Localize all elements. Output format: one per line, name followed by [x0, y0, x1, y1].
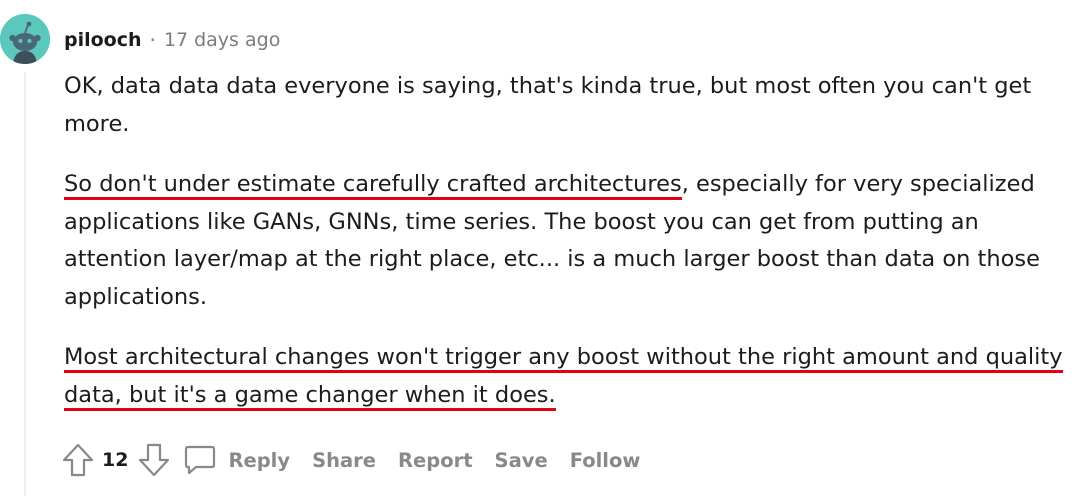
username[interactable]: pilooch [64, 29, 142, 51]
paragraph-1: OK, data data data everyone is saying, t… [64, 73, 1032, 137]
comment: pilooch · 17 days ago OK, data data data… [0, 0, 1080, 496]
highlighted-text: So don't under estimate carefully crafte… [64, 171, 682, 200]
vote-score: 12 [102, 449, 129, 471]
upvote-arrow-icon [62, 443, 94, 477]
comment-bubble-icon [185, 445, 216, 475]
snoo-avatar-icon [0, 14, 50, 64]
avatar[interactable] [0, 14, 50, 64]
paragraph-3: Most architectural changes won't trigger… [64, 339, 1064, 414]
comment-actions: 12 Reply Share Report Save Follow [58, 440, 662, 480]
comment-header: pilooch · 17 days ago [64, 26, 280, 54]
paragraph-2: So don't under estimate carefully crafte… [64, 166, 1064, 316]
reply-label: Reply [228, 448, 291, 472]
follow-button[interactable]: Follow [570, 449, 641, 472]
share-button[interactable]: Share [312, 449, 376, 472]
thread-line[interactable] [24, 72, 26, 496]
downvote-button[interactable] [134, 440, 174, 480]
highlighted-text: Most architectural changes won't trigger… [64, 344, 1063, 411]
upvote-button[interactable] [58, 440, 98, 480]
report-button[interactable]: Report [398, 449, 473, 472]
meta-separator: · [149, 28, 156, 52]
reply-button[interactable]: Reply [182, 442, 312, 478]
timestamp[interactable]: 17 days ago [164, 29, 280, 51]
save-button[interactable]: Save [495, 449, 548, 472]
downvote-arrow-icon [139, 443, 170, 477]
comment-body: OK, data data data everyone is saying, t… [64, 68, 1064, 414]
